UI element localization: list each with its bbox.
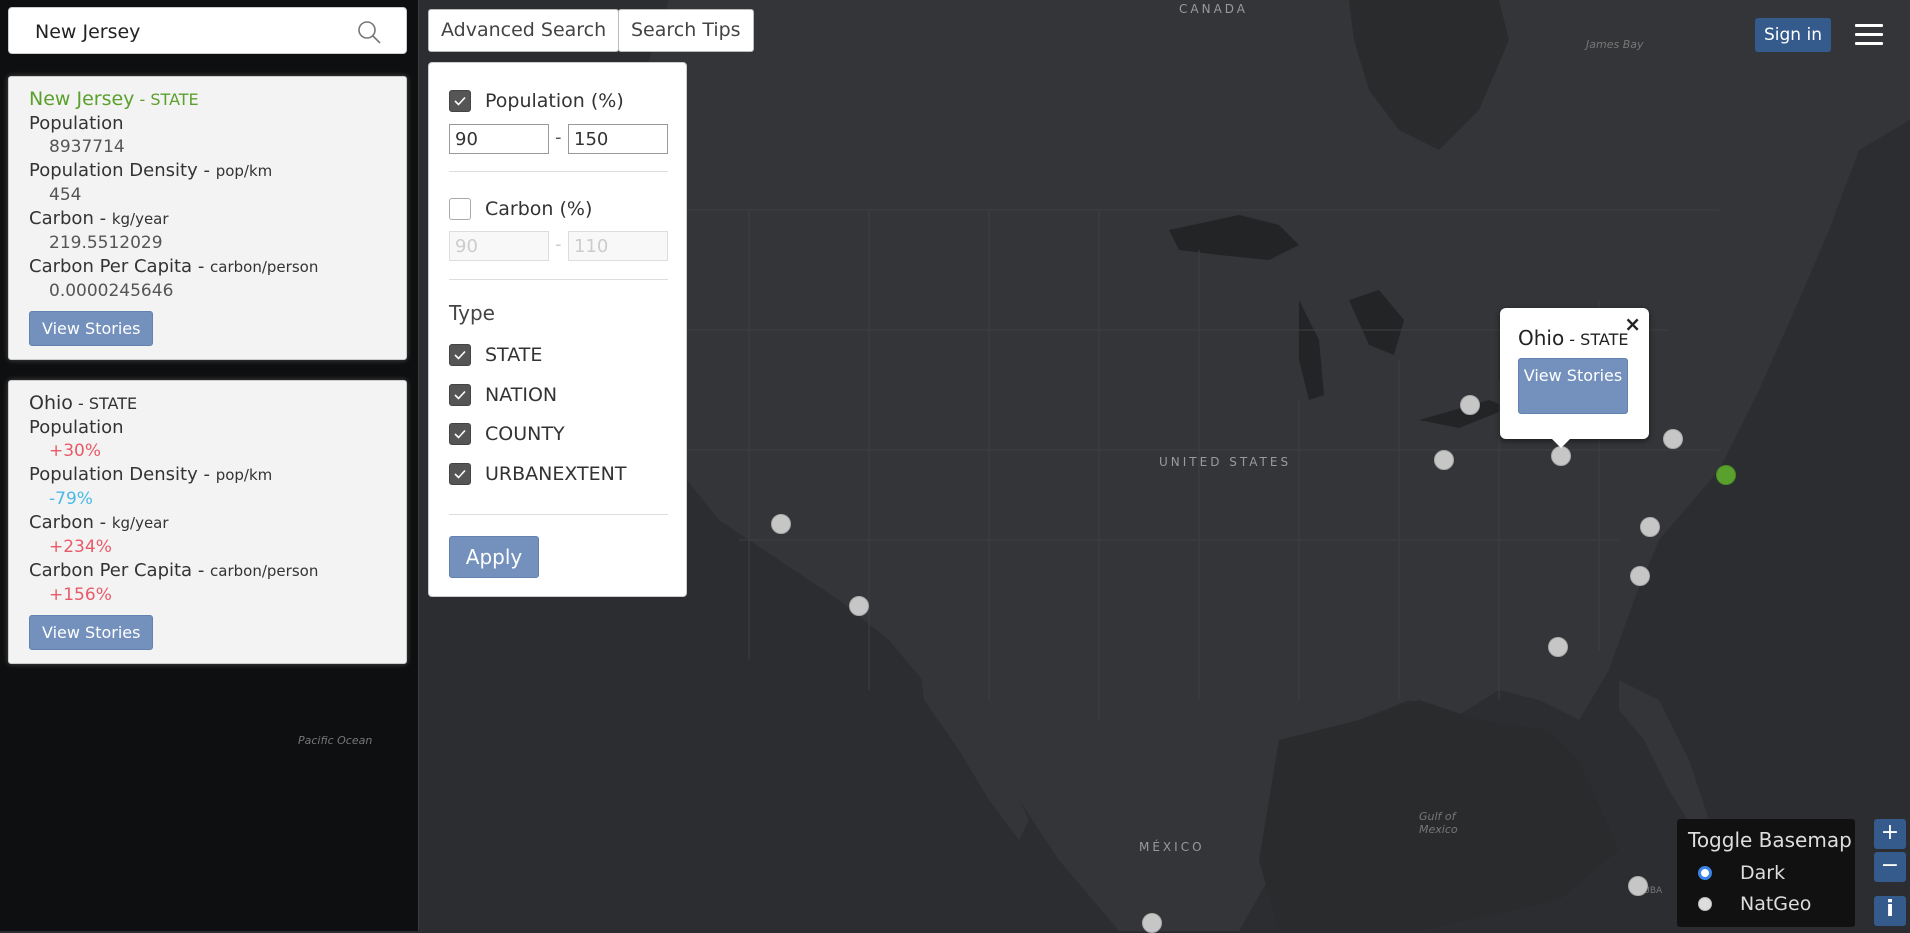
- basemap-option-dark[interactable]: Dark: [1698, 862, 1785, 884]
- type-label: URBANEXTENT: [485, 463, 627, 485]
- search-box: [8, 7, 407, 54]
- advanced-search-button[interactable]: Advanced Search: [428, 9, 620, 52]
- view-stories-button[interactable]: View Stories: [29, 615, 154, 650]
- map-marker[interactable]: [1640, 517, 1660, 537]
- population-filter-toggle[interactable]: Population (%): [449, 90, 624, 112]
- popup-title: Ohio - STATE: [1518, 326, 1629, 350]
- type-filter-urbanextent[interactable]: URBANEXTENT: [449, 463, 626, 485]
- stat-value: 8937714: [49, 137, 125, 157]
- population-max-input[interactable]: [568, 124, 668, 154]
- map-label-united-states: UNITED STATES: [1159, 455, 1292, 469]
- map-label-mexico: MÉXICO: [1139, 840, 1205, 854]
- range-dash: -: [555, 234, 562, 255]
- result-card-ohio: Ohio - STATE Population +30% Population …: [8, 380, 407, 664]
- basemap-option-natgeo[interactable]: NatGeo: [1698, 893, 1811, 915]
- stat-change: +234%: [49, 537, 112, 557]
- stat-label: Carbon Per Capita - carbon/person: [29, 256, 319, 277]
- checkbox-checked[interactable]: [449, 384, 471, 406]
- map-marker-new-jersey[interactable]: [1716, 465, 1736, 485]
- map-marker[interactable]: [1460, 395, 1480, 415]
- option-label: Dark: [1740, 862, 1786, 884]
- apply-button[interactable]: Apply: [449, 536, 539, 578]
- advanced-search-panel: Population (%) - Carbon (%) - Type STATE…: [428, 62, 687, 597]
- results-sidebar: New Jersey - STATE Population 8937714 Po…: [0, 0, 419, 931]
- info-button[interactable]: i: [1874, 896, 1906, 926]
- zoom-out-button[interactable]: −: [1874, 852, 1906, 882]
- type-filter-county[interactable]: COUNTY: [449, 423, 565, 445]
- stat-change: +30%: [49, 441, 102, 461]
- menu-icon[interactable]: [1855, 24, 1883, 46]
- divider: [449, 171, 668, 172]
- checkbox-unchecked[interactable]: [449, 198, 471, 220]
- checkbox-checked[interactable]: [449, 344, 471, 366]
- radio-selected[interactable]: [1698, 866, 1712, 880]
- checkbox-checked[interactable]: [449, 463, 471, 485]
- map-label-canada: CANADA: [1179, 2, 1249, 16]
- stat-value: 0.0000245646: [49, 281, 174, 301]
- stat-value: 219.5512029: [49, 233, 163, 253]
- stat-value: 454: [49, 185, 82, 205]
- radio-unselected[interactable]: [1698, 897, 1712, 911]
- stat-label: Population: [29, 113, 124, 134]
- result-card-new-jersey: New Jersey - STATE Population 8937714 Po…: [8, 76, 407, 360]
- map-marker[interactable]: [1142, 913, 1162, 933]
- map-marker[interactable]: [1630, 566, 1650, 586]
- stat-label: Population: [29, 417, 124, 438]
- carbon-max-input[interactable]: [568, 231, 668, 261]
- stat-label: Population Density - pop/km: [29, 464, 273, 485]
- checkbox-checked[interactable]: [449, 423, 471, 445]
- map-popup: × Ohio - STATE View Stories: [1500, 308, 1649, 439]
- carbon-filter-toggle[interactable]: Carbon (%): [449, 198, 592, 220]
- map-label-james-bay: James Bay: [1586, 38, 1644, 51]
- map-marker[interactable]: [771, 514, 791, 534]
- stat-label: Carbon - kg/year: [29, 208, 169, 229]
- population-filter-label: Population (%): [485, 90, 624, 112]
- map-marker[interactable]: [1434, 450, 1454, 470]
- divider: [449, 279, 668, 280]
- type-heading: Type: [449, 301, 495, 325]
- map-marker-ohio[interactable]: [1551, 446, 1571, 466]
- carbon-min-input[interactable]: [449, 231, 549, 261]
- type-filter-nation[interactable]: NATION: [449, 384, 557, 406]
- map-label-pacific: Pacific Ocean: [298, 734, 373, 747]
- zoom-in-button[interactable]: +: [1874, 819, 1906, 849]
- popup-view-stories-button[interactable]: View Stories: [1518, 358, 1628, 414]
- map-marker[interactable]: [1663, 429, 1683, 449]
- search-tips-button[interactable]: Search Tips: [618, 9, 754, 52]
- card-title[interactable]: New Jersey - STATE: [29, 87, 386, 112]
- stat-change: +156%: [49, 585, 112, 605]
- map-marker[interactable]: [1628, 876, 1648, 896]
- map-marker[interactable]: [849, 596, 869, 616]
- divider: [449, 514, 668, 515]
- basemap-title: Toggle Basemap: [1688, 828, 1852, 852]
- stat-label: Carbon - kg/year: [29, 512, 169, 533]
- carbon-filter-label: Carbon (%): [485, 198, 593, 220]
- type-filter-state[interactable]: STATE: [449, 344, 542, 366]
- population-min-input[interactable]: [449, 124, 549, 154]
- range-dash: -: [555, 127, 562, 148]
- type-label: COUNTY: [485, 423, 565, 445]
- type-label: NATION: [485, 384, 558, 406]
- stat-label: Population Density - pop/km: [29, 160, 273, 181]
- close-icon[interactable]: ×: [1624, 312, 1641, 336]
- checkbox-checked[interactable]: [449, 90, 471, 112]
- stat-label: Carbon Per Capita - carbon/person: [29, 560, 319, 581]
- type-label: STATE: [485, 344, 543, 366]
- map-marker[interactable]: [1548, 637, 1568, 657]
- basemap-toggle: Toggle Basemap Dark NatGeo: [1677, 819, 1855, 927]
- search-input[interactable]: [33, 17, 357, 47]
- sign-in-button[interactable]: Sign in: [1755, 18, 1831, 52]
- map-label-gulf: Gulf of Mexico: [1419, 810, 1458, 836]
- stat-change: -79%: [49, 489, 93, 509]
- popup-pointer: [1549, 436, 1573, 448]
- search-icon[interactable]: [357, 20, 381, 48]
- view-stories-button[interactable]: View Stories: [29, 311, 154, 346]
- card-title[interactable]: Ohio - STATE: [29, 391, 386, 416]
- option-label: NatGeo: [1740, 893, 1812, 915]
